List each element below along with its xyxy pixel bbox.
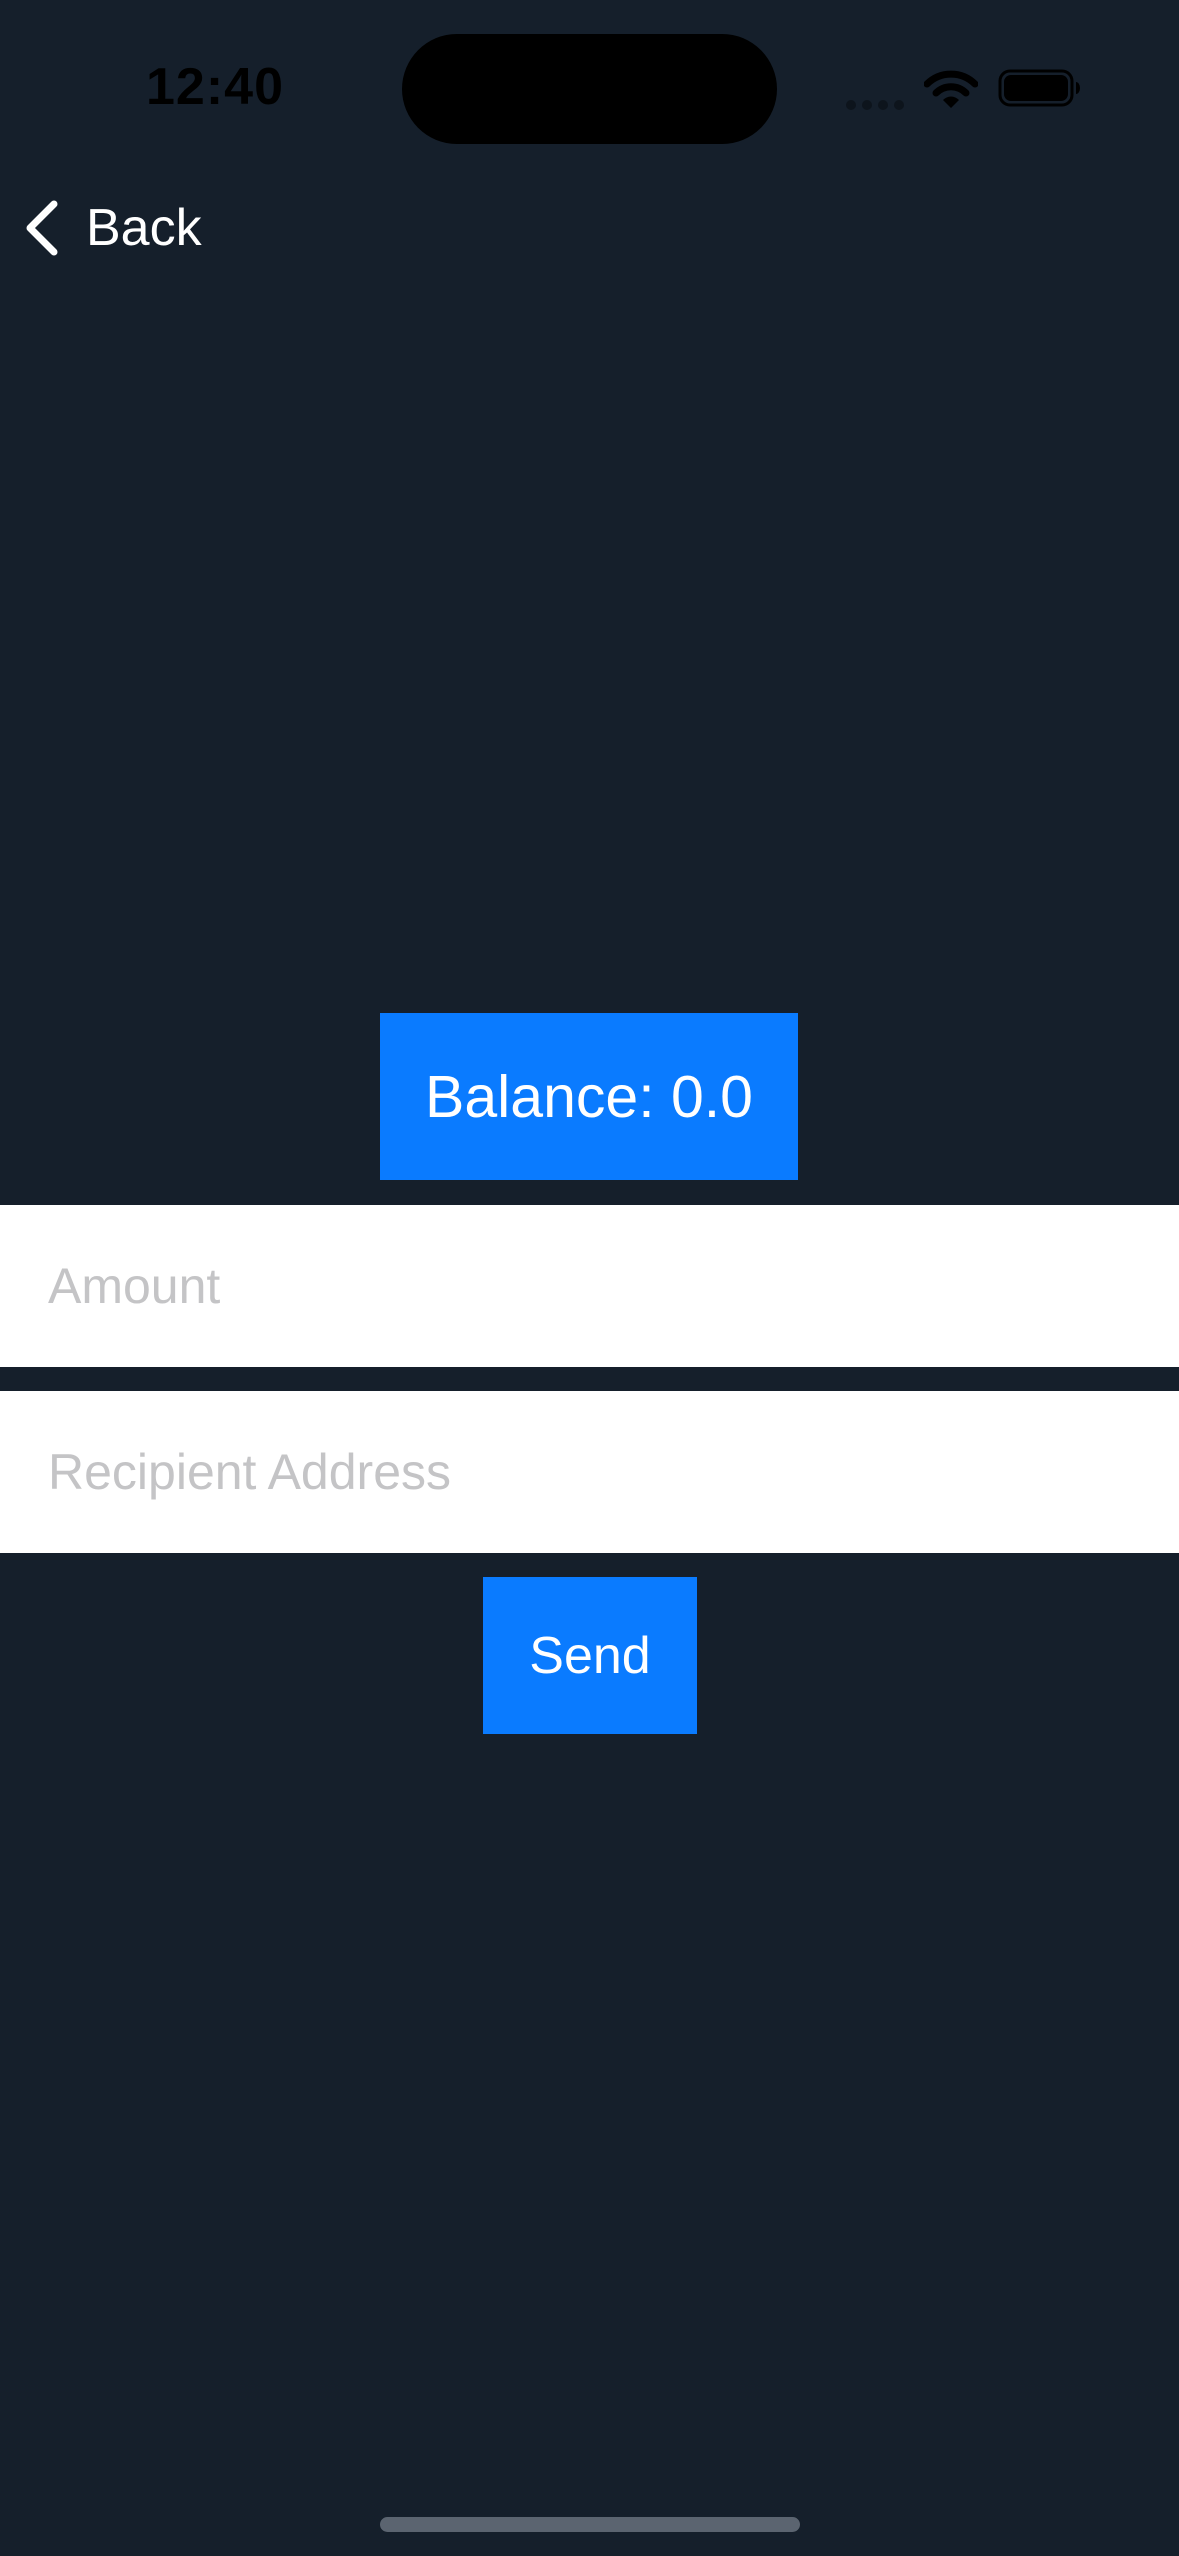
- back-button[interactable]: Back: [20, 190, 202, 266]
- battery-icon: [998, 69, 1080, 107]
- wifi-icon: [924, 70, 978, 108]
- amount-field-container: [0, 1205, 1179, 1367]
- home-indicator[interactable]: [380, 2517, 800, 2532]
- dynamic-island: [402, 34, 777, 144]
- balance-label: Balance: 0.0: [380, 1013, 798, 1180]
- back-label: Back: [86, 199, 202, 257]
- send-button[interactable]: Send: [483, 1577, 697, 1734]
- status-bar-time: 12:40: [146, 58, 284, 116]
- recipient-address-input[interactable]: [48, 1443, 1128, 1501]
- chevron-left-icon: [26, 200, 58, 256]
- cellular-signal-icon: [846, 88, 904, 110]
- recipient-address-field-container: [0, 1391, 1179, 1553]
- amount-input[interactable]: [48, 1257, 1128, 1315]
